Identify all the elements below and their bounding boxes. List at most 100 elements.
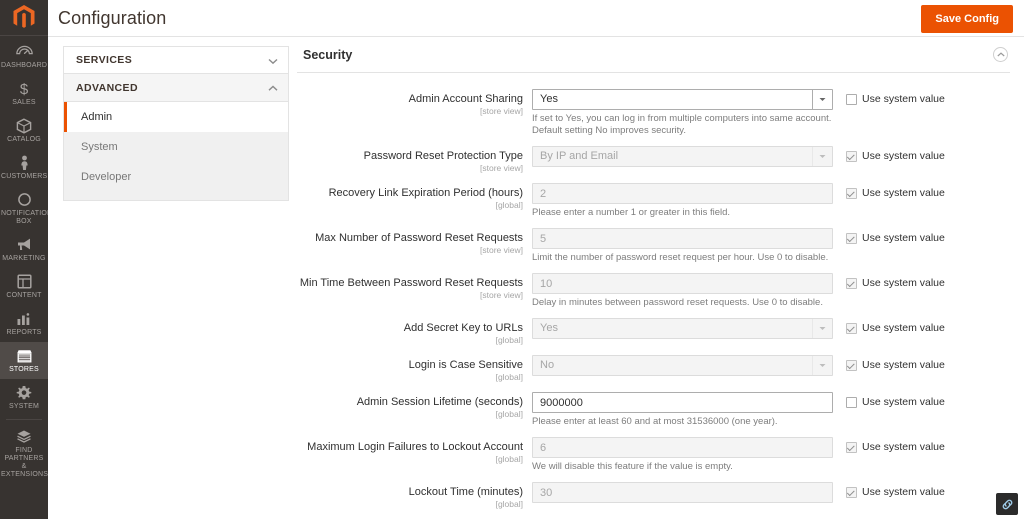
use-system-value-checkbox[interactable] xyxy=(846,397,857,408)
field-control: Yes If set to Yes, you can log in from mu… xyxy=(532,89,833,137)
field-scope: [global] xyxy=(495,200,523,210)
use-system-value-group: Use system value xyxy=(833,89,1010,106)
sidebar-item-marketing[interactable]: MARKETING xyxy=(0,231,48,268)
use-system-value-checkbox[interactable] xyxy=(846,487,857,498)
field-label: Add Secret Key to URLs [global] xyxy=(297,318,532,346)
use-system-value-checkbox[interactable] xyxy=(846,233,857,244)
sidebar-item-find-partners-extensions[interactable]: FIND PARTNERS & EXTENSIONS xyxy=(0,423,48,484)
sidebar-item-notification-box[interactable]: NOTIFICATION BOX xyxy=(0,186,48,231)
field-select[interactable]: Yes xyxy=(532,89,833,110)
nav-item-developer[interactable]: Developer xyxy=(64,162,288,192)
sidebar-item-dashboard[interactable]: DASHBOARD xyxy=(0,38,48,75)
use-system-value-label[interactable]: Use system value xyxy=(862,441,945,454)
use-system-value-checkbox[interactable] xyxy=(846,94,857,105)
nav-section-label: SERVICES xyxy=(76,54,133,66)
field-label-text: Login is Case Sensitive xyxy=(408,359,523,371)
section-title: Security xyxy=(303,47,353,62)
primary-sidebar-items: DASHBOARD $ SALES CATALOG CUSTOMERS NOTI… xyxy=(0,36,48,484)
field-input xyxy=(532,228,833,249)
field-label: Recovery Link Expiration Period (hours)[… xyxy=(297,183,532,211)
use-system-value-label[interactable]: Use system value xyxy=(862,486,945,499)
use-system-value-checkbox[interactable] xyxy=(846,442,857,453)
sidebar-item-system[interactable]: SYSTEM xyxy=(0,379,48,416)
sidebar-item-label: REPORTS xyxy=(6,329,42,336)
use-system-value-label[interactable]: Use system value xyxy=(862,322,945,335)
magento-logo[interactable] xyxy=(0,0,48,36)
field-label-text: Admin Session Lifetime (seconds) xyxy=(356,396,523,408)
nav-section-advanced[interactable]: ADVANCED xyxy=(63,74,289,102)
use-system-value-group: Use system value xyxy=(833,273,1010,290)
field-note: Limit the number of password reset reque… xyxy=(532,252,829,263)
nav-section-label: ADVANCED xyxy=(76,81,138,94)
magento-admin-page: DASHBOARD $ SALES CATALOG CUSTOMERS NOTI… xyxy=(0,0,1024,519)
sidebar-item-stores[interactable]: STORES xyxy=(0,342,48,379)
field-input xyxy=(532,482,833,503)
field-control: Please enter a number 1 or greater in th… xyxy=(532,183,833,219)
field-note: If set to Yes, you can log in from multi… xyxy=(532,113,832,136)
field-input xyxy=(532,273,833,294)
sidebar-item-label: CONTENT xyxy=(6,292,42,299)
nav-item-system[interactable]: System xyxy=(64,132,288,162)
field-label-text: Lockout Time (minutes) xyxy=(408,486,523,498)
form-row: Admin Session Lifetime (seconds) [global]… xyxy=(297,392,1010,428)
chain-link-icon[interactable] xyxy=(996,493,1018,515)
field-input xyxy=(532,437,833,458)
sales-icon: $ xyxy=(18,80,30,97)
chevron-up-circle-icon[interactable] xyxy=(993,47,1008,62)
sidebar-item-catalog[interactable]: CATALOG xyxy=(0,112,48,149)
field-note: Please enter at least 60 and at most 315… xyxy=(532,416,778,427)
use-system-value-group: Use system value xyxy=(833,482,1010,499)
field-control: Please enter at least 60 and at most 315… xyxy=(532,392,833,428)
use-system-value-label[interactable]: Use system value xyxy=(862,150,945,163)
use-system-value-label[interactable]: Use system value xyxy=(862,277,945,290)
field-scope: [store view] xyxy=(480,106,523,116)
security-field-list: Admin Account Sharing [store view] Yes If s… xyxy=(297,89,1010,519)
dashboard-icon xyxy=(15,43,33,60)
use-system-value-checkbox[interactable] xyxy=(846,360,857,371)
sidebar-item-customers[interactable]: CUSTOMERS xyxy=(0,149,48,186)
nav-item-label: System xyxy=(81,141,118,153)
use-system-value-checkbox[interactable] xyxy=(846,188,857,199)
chevron-down-icon xyxy=(812,356,832,375)
field-control: No xyxy=(532,355,833,376)
sidebar-item-label: NOTIFICATION BOX xyxy=(1,210,48,225)
nav-item-admin[interactable]: Admin xyxy=(64,102,288,132)
field-label: Login is Case Sensitive [global] xyxy=(297,355,532,383)
use-system-value-label[interactable]: Use system value xyxy=(862,359,945,372)
sidebar-item-content[interactable]: CONTENT xyxy=(0,268,48,305)
field-label: Max Number of Password Reset Requests [st… xyxy=(297,228,532,256)
use-system-value-label[interactable]: Use system value xyxy=(862,396,945,409)
field-label-text: Max Number of Password Reset Requests xyxy=(315,232,523,244)
sidebar-item-sales[interactable]: $ SALES xyxy=(0,75,48,112)
field-select-value: Yes xyxy=(540,93,558,105)
field-input[interactable] xyxy=(532,392,833,413)
nav-section-services[interactable]: SERVICES xyxy=(63,46,289,74)
use-system-value-group: Use system value xyxy=(833,355,1010,372)
use-system-value-group: Use system value xyxy=(833,228,1010,245)
chevron-down-icon[interactable] xyxy=(812,90,832,109)
field-select: No xyxy=(532,355,833,376)
chevron-down-icon xyxy=(812,319,832,338)
sidebar-item-label: SALES xyxy=(12,99,36,106)
use-system-value-checkbox[interactable] xyxy=(846,278,857,289)
use-system-value-label[interactable]: Use system value xyxy=(862,232,945,245)
field-scope: [store view] xyxy=(480,163,523,173)
catalog-icon xyxy=(16,117,32,134)
use-system-value-label[interactable]: Use system value xyxy=(862,93,945,106)
field-scope: [global] xyxy=(495,335,523,345)
reports-icon xyxy=(16,310,32,327)
sidebar-item-label: SYSTEM xyxy=(9,403,39,410)
use-system-value-checkbox[interactable] xyxy=(846,151,857,162)
save-config-button[interactable]: Save Config xyxy=(921,5,1013,33)
use-system-value-checkbox[interactable] xyxy=(846,323,857,334)
sidebar-item-reports[interactable]: REPORTS xyxy=(0,305,48,342)
field-select-value: Yes xyxy=(540,322,558,334)
partners-icon xyxy=(16,428,32,445)
configuration-content: Security Admin Account Sharing [store vie… xyxy=(289,37,1024,519)
use-system-value-label[interactable]: Use system value xyxy=(862,187,945,200)
field-label: Admin Session Lifetime (seconds) [global] xyxy=(297,392,532,420)
field-control: Limit the number of password reset reque… xyxy=(532,228,833,264)
use-system-value-group: Use system value xyxy=(833,318,1010,335)
field-control xyxy=(532,482,833,503)
field-control: Yes xyxy=(532,318,833,339)
